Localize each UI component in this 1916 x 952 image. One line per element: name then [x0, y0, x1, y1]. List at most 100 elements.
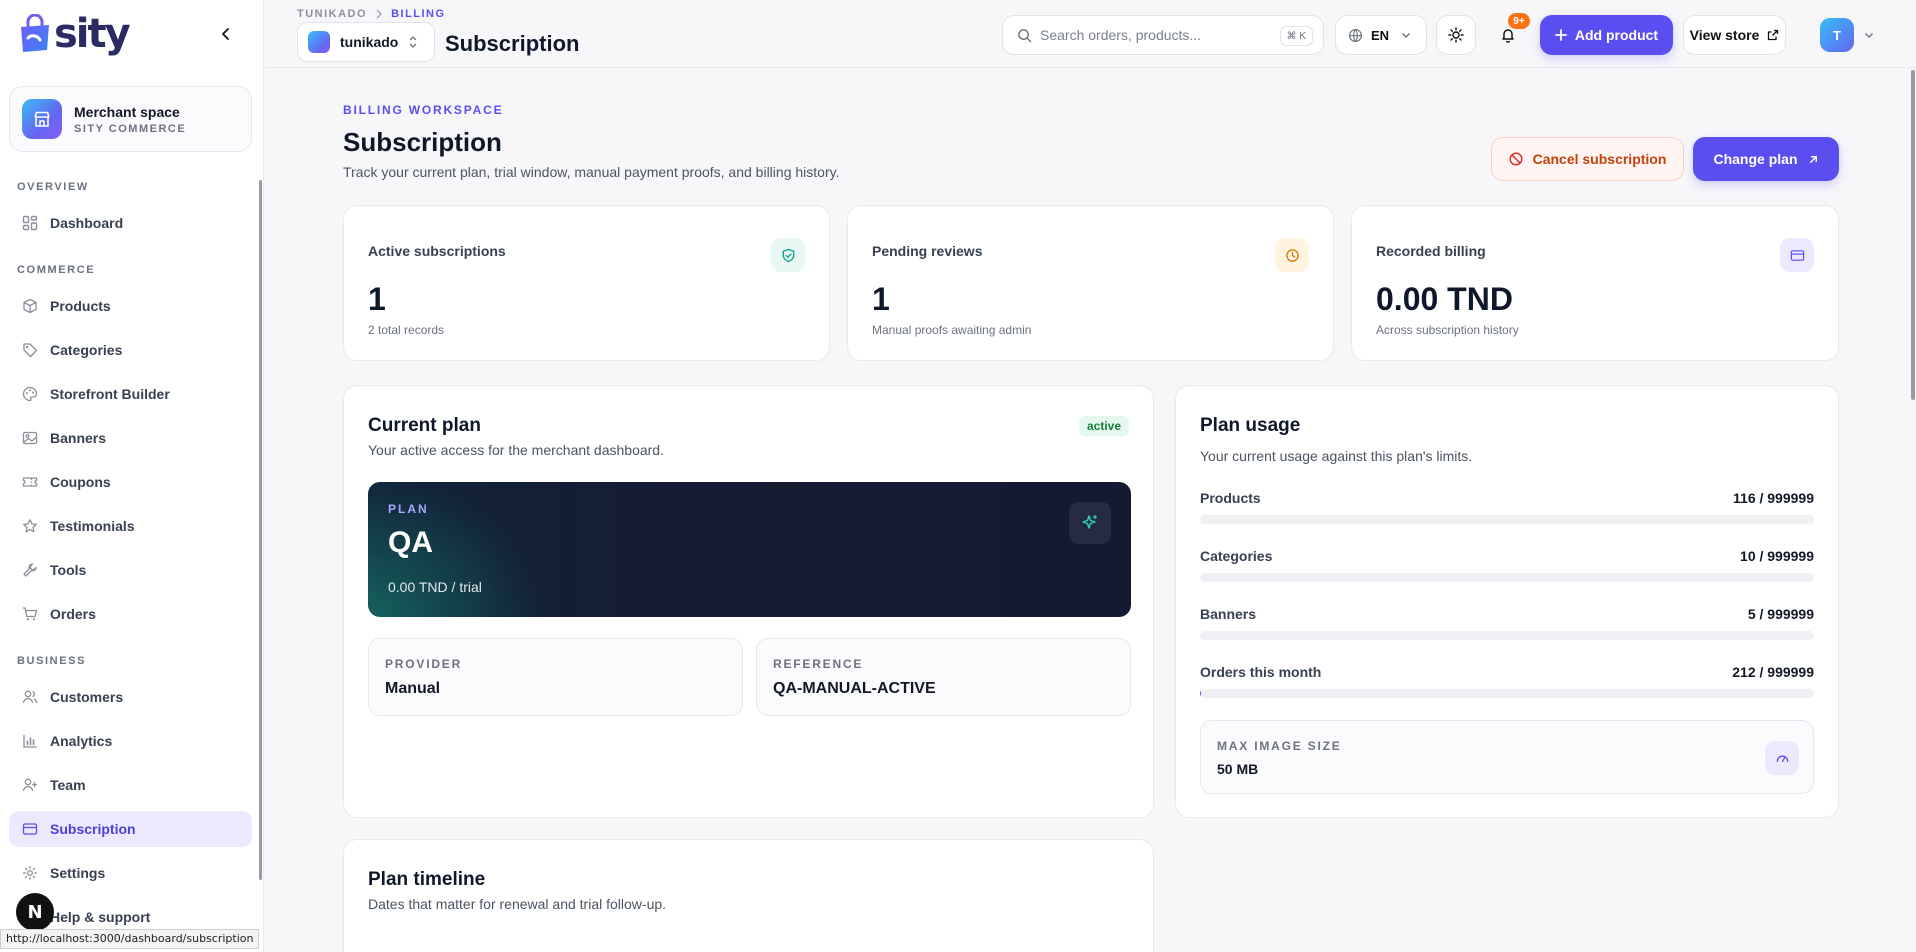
stat-label: Recorded billing [1376, 243, 1486, 259]
plan-hero: PLAN QA 0.00 TND / trial [368, 482, 1131, 617]
stat-label: Pending reviews [872, 243, 983, 259]
stat-card-recorded-billing: Recorded billing 0.00 TND Across subscri… [1351, 205, 1839, 361]
sidebar-item-label: Help & support [50, 909, 151, 925]
breadcrumb-separator-icon [375, 9, 383, 19]
sidebar-item-tools[interactable]: Tools [9, 552, 252, 588]
sidebar-item-settings[interactable]: Settings [9, 855, 252, 891]
status-bar-url: http://localhost:3000/dashboard/subscrip… [0, 929, 260, 949]
page-description: Track your current plan, trial window, m… [343, 164, 840, 180]
view-store-button[interactable]: View store [1683, 15, 1786, 55]
cancel-subscription-button[interactable]: Cancel subscription [1491, 137, 1684, 181]
stat-card-active-subscriptions: Active subscriptions 1 2 total records [343, 205, 830, 361]
change-plan-button[interactable]: Change plan [1693, 137, 1839, 181]
card-title: Current plan [368, 415, 481, 436]
sidebar-item-dashboard[interactable]: Dashboard [9, 205, 252, 241]
max-image-size-box: MAX IMAGE SIZE 50 MB [1200, 720, 1814, 794]
reference-value: QA-MANUAL-ACTIVE [773, 680, 936, 697]
plan-name: QA [388, 526, 433, 559]
provider-value: Manual [385, 680, 441, 697]
sidebar-item-products[interactable]: Products [9, 288, 252, 324]
dev-tools-badge[interactable]: N [16, 893, 54, 931]
status-badge: active [1078, 416, 1129, 436]
user-menu[interactable]: T [1810, 15, 1876, 55]
sidebar-item-label: Settings [50, 865, 106, 881]
usage-value: 10 / 999999 [1740, 548, 1814, 564]
usage-progress-track [1200, 515, 1814, 524]
users-icon [21, 688, 39, 706]
sidebar-item-orders[interactable]: Orders [9, 596, 252, 632]
sparkles-icon [1069, 502, 1111, 544]
page-scrollbar[interactable] [1911, 70, 1915, 400]
language-selector[interactable]: EN [1335, 15, 1427, 55]
card-subtitle: Dates that matter for renewal and trial … [368, 896, 667, 912]
credit-card-icon [1780, 238, 1814, 272]
sidebar-item-storefront-builder[interactable]: Storefront Builder [9, 376, 252, 412]
bell-icon [1500, 27, 1516, 44]
search-input[interactable] [1040, 27, 1260, 43]
plan-timeline-card: Plan timeline Dates that matter for rene… [343, 839, 1154, 952]
chevron-down-icon [1864, 30, 1874, 40]
sidebar-item-customers[interactable]: Customers [9, 679, 252, 715]
stat-value: 0.00 TND [1376, 281, 1513, 317]
sidebar-item-label: Storefront Builder [50, 386, 170, 402]
brand-name: sity [54, 11, 131, 57]
sidebar-item-analytics[interactable]: Analytics [9, 723, 252, 759]
store-name: tunikado [340, 34, 399, 50]
change-plan-label: Change plan [1713, 151, 1798, 167]
sidebar-scrollbar[interactable] [259, 180, 262, 880]
plus-icon [1554, 29, 1567, 41]
theme-toggle-button[interactable] [1436, 15, 1476, 55]
stat-card-pending-reviews: Pending reviews 1 Manual proofs awaiting… [847, 205, 1334, 361]
ticket-icon [21, 473, 39, 491]
sidebar-item-team[interactable]: Team [9, 767, 252, 803]
merchant-space-card[interactable]: Merchant space SITY COMMERCE [9, 86, 252, 152]
brand-logo[interactable]: sity [18, 11, 131, 57]
sidebar-item-coupons[interactable]: Coupons [9, 464, 252, 500]
sidebar: sity Merchant space SITY COMMERCE OVERVI… [0, 0, 264, 952]
add-product-label: Add product [1574, 27, 1659, 43]
card-title: Plan usage [1200, 415, 1301, 436]
section-eyebrow: BILLING WORKSPACE [343, 103, 504, 117]
shopping-bag-logo-icon [18, 14, 52, 54]
dashboard-icon [21, 214, 39, 232]
collapse-sidebar-button[interactable] [214, 22, 238, 46]
sidebar-item-testimonials[interactable]: Testimonials [9, 508, 252, 544]
add-product-button[interactable]: Add product [1540, 15, 1673, 55]
usage-name: Products [1200, 490, 1261, 506]
breadcrumb-root[interactable]: TUNIKADO [297, 8, 367, 20]
stat-value: 1 [872, 281, 890, 317]
ban-icon [1509, 152, 1523, 166]
cancel-subscription-label: Cancel subscription [1532, 151, 1667, 167]
search-icon [1017, 28, 1032, 43]
chevron-left-icon [222, 28, 229, 40]
search-box[interactable]: ⌘ K [1002, 15, 1324, 55]
usage-progress-track [1200, 689, 1814, 698]
sidebar-item-banners[interactable]: Banners [9, 420, 252, 456]
gauge-icon [1765, 741, 1799, 775]
shield-check-icon [771, 238, 805, 272]
sidebar-item-label: Orders [50, 606, 96, 622]
star-icon [21, 517, 39, 535]
sidebar-item-label: Dashboard [50, 215, 124, 231]
usage-name: Categories [1200, 548, 1273, 564]
sidebar-item-label: Customers [50, 689, 124, 705]
nav-section-overview: OVERVIEW [17, 181, 89, 193]
usage-value: 116 / 999999 [1733, 490, 1814, 506]
merchant-name: Merchant space [74, 103, 180, 120]
stat-value: 1 [368, 281, 386, 317]
sidebar-item-label: Tools [50, 562, 87, 578]
store-switcher[interactable]: tunikado [297, 22, 435, 62]
sidebar-item-label: Analytics [50, 733, 113, 749]
credit-card-icon [21, 820, 39, 838]
usage-name: Banners [1200, 606, 1257, 622]
notification-count-badge: 9+ [1508, 13, 1530, 29]
nav-section-commerce: COMMERCE [17, 264, 96, 276]
breadcrumb: TUNIKADO BILLING [297, 8, 446, 20]
stat-subtext: 2 total records [368, 323, 445, 337]
avatar: T [1820, 18, 1854, 52]
max-image-label: MAX IMAGE SIZE [1217, 739, 1342, 753]
sidebar-item-categories[interactable]: Categories [9, 332, 252, 368]
sidebar-item-subscription[interactable]: Subscription [9, 811, 252, 847]
store-avatar [308, 31, 330, 53]
sidebar-item-label: Team [50, 777, 86, 793]
